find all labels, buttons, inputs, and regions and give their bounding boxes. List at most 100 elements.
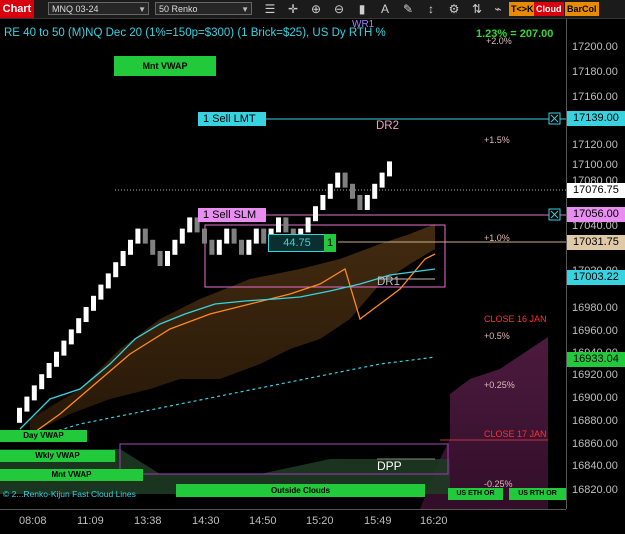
- chevron-down-icon: ▼: [138, 5, 146, 14]
- up-brick: [105, 273, 111, 289]
- price-tag-vwap: 16933.04: [567, 352, 625, 367]
- time-label: 16:20: [420, 515, 448, 527]
- dpp-label: DPP: [377, 459, 402, 473]
- wr1-label: WR1: [352, 19, 375, 30]
- level-plus-0-25: +0.25%: [484, 380, 515, 390]
- up-brick: [372, 183, 378, 199]
- down-brick: [142, 228, 148, 244]
- level-plus-0-5: +0.5%: [484, 331, 510, 341]
- sell-lmt-order[interactable]: 1 Sell LMT: [198, 112, 266, 126]
- chart-label: Chart: [0, 0, 34, 18]
- us-eth-or-button[interactable]: US ETH OR: [448, 488, 503, 500]
- down-brick: [283, 217, 289, 233]
- level-plus-1-0: +1.0%: [484, 233, 510, 243]
- up-brick: [335, 172, 341, 188]
- time-label: 11:09: [77, 515, 104, 527]
- up-brick: [83, 307, 89, 322]
- day-vwap-button[interactable]: Day VWAP: [0, 430, 87, 442]
- down-brick: [357, 195, 363, 210]
- close-16-jan-label: CLOSE 16 JAN: [484, 314, 547, 324]
- up-brick: [320, 195, 326, 210]
- crosshair-icon[interactable]: ✛: [285, 1, 301, 17]
- up-brick: [224, 228, 230, 244]
- up-brick: [128, 239, 133, 255]
- time-label: 13:38: [134, 515, 162, 527]
- up-brick: [313, 206, 318, 222]
- down-brick: [150, 239, 156, 255]
- dr1-label: DR1: [377, 276, 401, 288]
- symbol-select[interactable]: MNQ 03-24 ▼: [48, 2, 149, 15]
- price-label: 16820.00: [572, 484, 618, 496]
- price-label: 17200.00: [572, 41, 618, 53]
- brown-cloud: [30, 224, 435, 434]
- time-label: 14:50: [249, 515, 277, 527]
- drawing-icon[interactable]: ✎: [400, 1, 416, 17]
- down-brick: [350, 183, 355, 199]
- wkly-vwap-button[interactable]: Wkly VWAP: [0, 450, 115, 462]
- price-label: 16920.00: [572, 369, 618, 381]
- price-tag-sell-lmt: 17139.00: [567, 111, 625, 126]
- price-label: 16860.00: [572, 438, 618, 450]
- interval-select[interactable]: 50 Renko ▼: [155, 2, 252, 15]
- price-label: 17120.00: [572, 139, 618, 151]
- up-brick: [17, 407, 22, 423]
- time-label: 15:20: [306, 515, 334, 527]
- outside-clouds-button[interactable]: Outside Clouds: [176, 484, 425, 497]
- mnt-vwap-button[interactable]: Mnt VWAP: [114, 56, 216, 76]
- tk-button[interactable]: T<>K: [509, 2, 536, 16]
- price-axis[interactable]: 17200.00 17180.00 17160.00 17120.00 1710…: [566, 19, 625, 509]
- up-brick: [68, 329, 74, 345]
- up-brick: [253, 228, 259, 244]
- scale-icon[interactable]: ↕: [423, 1, 439, 17]
- down-brick: [342, 172, 348, 188]
- zoom-in-icon[interactable]: ⊕: [308, 1, 324, 17]
- price-label: 16980.00: [572, 302, 618, 314]
- up-brick: [327, 183, 333, 199]
- sell-slm-order[interactable]: 1 Sell SLM: [198, 208, 266, 222]
- text-icon[interactable]: A: [377, 1, 393, 17]
- zoom-out-icon[interactable]: ⊖: [331, 1, 347, 17]
- down-brick: [209, 239, 215, 255]
- time-axis[interactable]: 08:08 11:09 13:38 14:30 14:50 15:20 15:4…: [0, 509, 566, 534]
- time-label: 15:49: [364, 515, 392, 527]
- price-tag-last: 17076.75: [567, 183, 625, 198]
- mnt-vwap-bottom-button[interactable]: Mnt VWAP: [0, 469, 143, 481]
- up-brick: [379, 172, 385, 188]
- up-brick: [91, 295, 96, 311]
- price-label: 17180.00: [572, 66, 618, 78]
- chart-trader-icon[interactable]: ⇅: [469, 1, 485, 17]
- up-brick: [387, 161, 392, 177]
- brick-value-box: 44.75: [268, 234, 326, 252]
- strategy-icon[interactable]: ⌁: [490, 1, 506, 17]
- interval-value: 50 Renko: [159, 4, 198, 14]
- close-icon[interactable]: [548, 112, 561, 125]
- bar-style-icon[interactable]: ▮: [354, 1, 370, 17]
- us-rth-or-button[interactable]: US RTH OR: [509, 488, 566, 500]
- time-label: 14:30: [192, 515, 220, 527]
- up-brick: [46, 363, 52, 378]
- up-brick: [216, 239, 222, 255]
- down-brick: [231, 228, 237, 244]
- up-brick: [165, 251, 170, 266]
- time-label: 08:08: [19, 515, 47, 527]
- price-label: 16840.00: [572, 460, 618, 472]
- down-brick: [202, 228, 207, 244]
- cloud-button[interactable]: Cloud: [534, 2, 564, 16]
- toolbar: Chart MNQ 03-24 ▼ 50 Renko ▼ ☰ ✛ ⊕ ⊖ ▮ A…: [0, 0, 625, 19]
- close-icon[interactable]: [548, 208, 561, 221]
- barcol-button[interactable]: BarCol: [565, 2, 599, 16]
- level-plus-1-5: +1.5%: [484, 135, 510, 145]
- up-brick: [120, 251, 126, 266]
- up-brick: [24, 396, 30, 412]
- chart-title: RE 40 to 50 (M)NQ Dec 20 (1%=150p=$300) …: [4, 27, 386, 39]
- up-brick: [276, 217, 281, 233]
- up-brick: [305, 217, 311, 233]
- dr2-label: DR2: [376, 120, 400, 132]
- properties-icon[interactable]: ⚙: [446, 1, 462, 17]
- menu-icon[interactable]: ☰: [262, 1, 278, 17]
- brick-count-box: 1: [324, 234, 336, 252]
- up-brick: [98, 284, 104, 300]
- price-label: 16880.00: [572, 415, 618, 427]
- price-label: 17160.00: [572, 91, 618, 103]
- close-17-jan-label: CLOSE 17 JAN: [484, 429, 547, 439]
